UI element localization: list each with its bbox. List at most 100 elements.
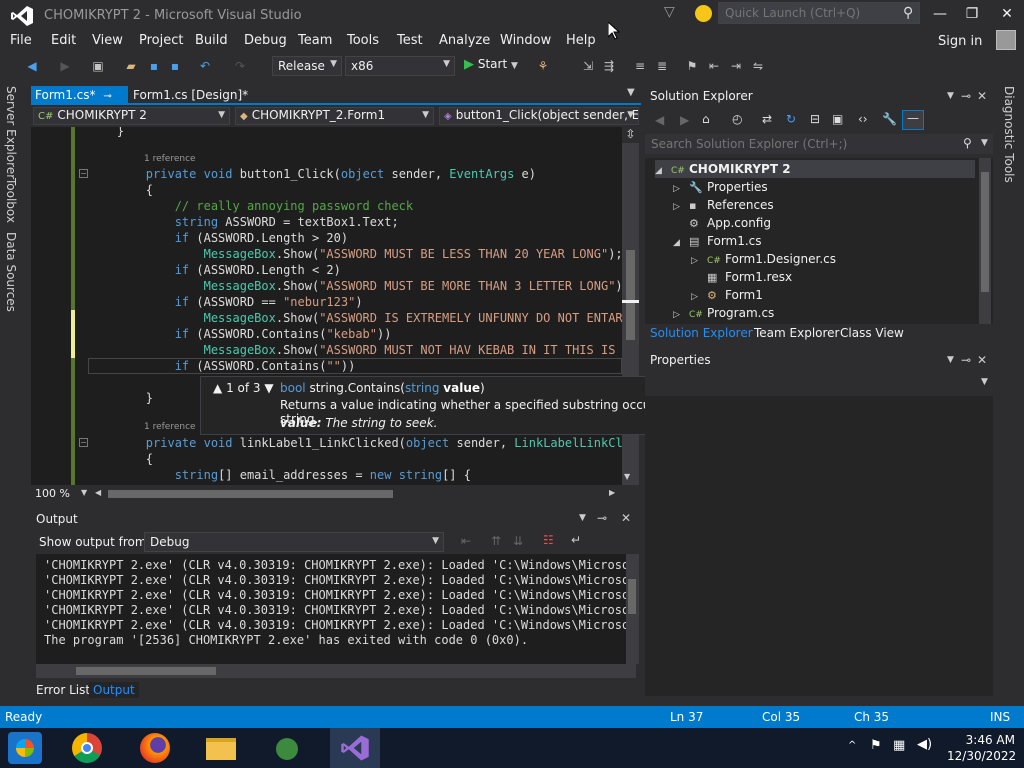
save-all-icon[interactable]: ▪ [167, 58, 183, 74]
menu-window[interactable]: Window [500, 33, 551, 48]
word-wrap-icon[interactable]: ↵ [571, 533, 581, 547]
tab-class-view[interactable]: Class View [840, 326, 904, 340]
tree-node-references[interactable]: ▷ ▪ References [673, 196, 774, 214]
bookmark-icon[interactable]: ⚑ [684, 58, 700, 74]
expander-icon[interactable]: ◢ [655, 162, 671, 180]
toolbox-tab[interactable]: Toolbox [4, 178, 18, 223]
tab-team-explorer[interactable]: Team Explorer [754, 326, 840, 340]
visual-studio-taskbar-button[interactable] [330, 728, 380, 768]
scrollbar-thumb[interactable] [628, 579, 636, 614]
platform-select[interactable]: x86 ▼ [345, 56, 455, 76]
expander-icon[interactable]: ▷ [673, 306, 689, 324]
menu-file[interactable]: File [10, 33, 32, 48]
configuration-select[interactable]: Release ▼ [272, 56, 342, 76]
project-dropdown[interactable]: C# CHOMIKRYPT 2 ▼ [33, 107, 230, 125]
quick-launch-input[interactable] [725, 6, 895, 20]
close-window-button[interactable]: ✕ [997, 6, 1017, 22]
step-into-icon[interactable]: ⇲ [580, 58, 596, 74]
start-button[interactable]: ▶ Start ▼ [464, 57, 518, 75]
tab-form1-design[interactable]: Form1.cs [Design]* [131, 86, 250, 104]
scrollbar-thumb[interactable] [76, 667, 216, 675]
close-icon[interactable]: ✕ [621, 511, 631, 525]
menu-team[interactable]: Team [298, 33, 332, 48]
redo-icon[interactable]: ↷ [232, 58, 248, 74]
clear-bookmarks-icon[interactable]: ⇋ [750, 58, 766, 74]
overload-selector[interactable]: ▲ 1 of 3 ▼ [213, 381, 274, 395]
scrollbar-thumb[interactable] [108, 490, 393, 498]
tree-scrollbar[interactable] [979, 158, 991, 324]
tree-node-program-cs[interactable]: ▷ C# Program.cs [673, 304, 774, 322]
scroll-left-icon[interactable]: ◀ [95, 488, 101, 497]
zoom-level[interactable]: 100 % [35, 487, 70, 500]
find-message-icon[interactable]: ⇤ [461, 534, 471, 548]
network-icon[interactable]: ▦ [893, 738, 905, 753]
properties-object-select[interactable]: ▼ [645, 372, 993, 392]
reference-count[interactable]: 1 reference [144, 422, 196, 432]
volume-icon[interactable]: ◀) [917, 737, 932, 752]
collapse-icon[interactable]: − [79, 169, 88, 178]
tree-node-properties[interactable]: ▷ 🔧 Properties [673, 178, 768, 196]
tab-solution-explorer[interactable]: Solution Explorer [650, 326, 753, 340]
sync-icon[interactable]: ⇄ [762, 112, 772, 126]
collapse-icon[interactable]: − [79, 438, 88, 447]
menu-tools[interactable]: Tools [347, 33, 379, 48]
pin-icon[interactable]: ⊸ [597, 511, 607, 525]
refresh-icon[interactable]: ↻ [786, 112, 796, 126]
up-arrow-icon[interactable]: ▲ [213, 381, 222, 395]
new-project-icon[interactable]: ▣ [90, 58, 106, 74]
server-explorer-tab[interactable]: Server Explorer [4, 86, 18, 179]
open-file-icon[interactable]: ▰ [123, 58, 139, 74]
reference-count[interactable]: 1 reference [144, 154, 196, 164]
close-icon[interactable]: ✕ [977, 353, 987, 367]
chrome-icon[interactable] [70, 732, 104, 764]
feedback-smiley-icon[interactable] [695, 5, 712, 22]
tree-node-solution[interactable]: ◢ C# CHOMIKRYPT 2 [655, 160, 975, 178]
uncomment-icon[interactable]: ≣ [654, 58, 670, 74]
tab-form1-cs[interactable]: Form1.cs* ⊸ ✕ [31, 86, 128, 116]
firefox-icon[interactable] [138, 732, 172, 764]
tree-node-form1-class[interactable]: ▷ ⚙ Form1 [691, 286, 763, 304]
clock-time[interactable]: 3:46 AM [955, 733, 1015, 747]
pin-icon[interactable]: ⊸ [961, 353, 971, 367]
chevron-down-icon[interactable]: ▼ [947, 355, 954, 365]
menu-help[interactable]: Help [566, 33, 596, 48]
scrollbar-thumb[interactable] [626, 250, 635, 340]
file-explorer-icon[interactable] [204, 732, 238, 764]
chevron-down-icon[interactable]: ▼ [947, 91, 954, 101]
view-code-icon[interactable]: ‹› [858, 112, 868, 126]
comment-icon[interactable]: ≡ [632, 58, 648, 74]
next-bookmark-icon[interactable]: ⇥ [728, 58, 744, 74]
avatar[interactable] [996, 30, 1016, 50]
member-dropdown[interactable]: ◈ button1_Click(object sender, E ▼ [439, 107, 639, 125]
menu-analyze[interactable]: Analyze [439, 33, 490, 48]
forward-icon[interactable]: ▶ [57, 58, 73, 74]
start-orb-icon[interactable] [8, 732, 42, 764]
prev-bookmark-icon[interactable]: ⇤ [706, 58, 722, 74]
diagnostic-tools-tab[interactable]: Diagnostic Tools [1002, 86, 1016, 183]
tree-node-form1-resx[interactable]: ▦ Form1.resx [691, 268, 792, 286]
action-center-flag-icon[interactable]: ⚑ [870, 738, 882, 753]
browser-link-icon[interactable]: ⚘ [535, 58, 551, 74]
people-app-icon[interactable] [270, 732, 304, 764]
show-all-files-icon[interactable]: ▣ [832, 112, 843, 126]
tab-error-list[interactable]: Error List [36, 683, 90, 697]
menu-edit[interactable]: Edit [51, 33, 76, 48]
menu-project[interactable]: Project [139, 33, 183, 48]
class-dropdown[interactable]: ◆ CHOMIKRYPT_2.Form1 ▼ [235, 107, 434, 125]
tab-output[interactable]: Output [89, 682, 139, 698]
scroll-down-icon[interactable]: ▼ [624, 472, 630, 481]
filter-notification-icon[interactable]: ▽ [664, 4, 680, 22]
back-icon[interactable]: ◀ [655, 113, 664, 127]
show-hidden-icons-icon[interactable]: ^ [848, 740, 856, 751]
output-horizontal-scrollbar[interactable] [36, 664, 636, 678]
tree-node-form1-designer[interactable]: ▷ C# Form1.Designer.cs [691, 250, 836, 268]
save-icon[interactable]: ▪ [146, 58, 162, 74]
close-icon[interactable]: ✕ [977, 89, 987, 103]
output-vertical-scrollbar[interactable] [626, 554, 639, 664]
properties-icon[interactable]: 🔧 [882, 112, 897, 126]
preview-selected-icon[interactable]: — [902, 110, 924, 130]
tree-node-app-config[interactable]: ⚙ App.config [673, 214, 771, 232]
step-over-icon[interactable]: ⇶ [601, 58, 617, 74]
collapse-all-icon[interactable]: ⊟ [810, 112, 820, 126]
output-source-select[interactable]: Debug ▼ [144, 532, 444, 552]
